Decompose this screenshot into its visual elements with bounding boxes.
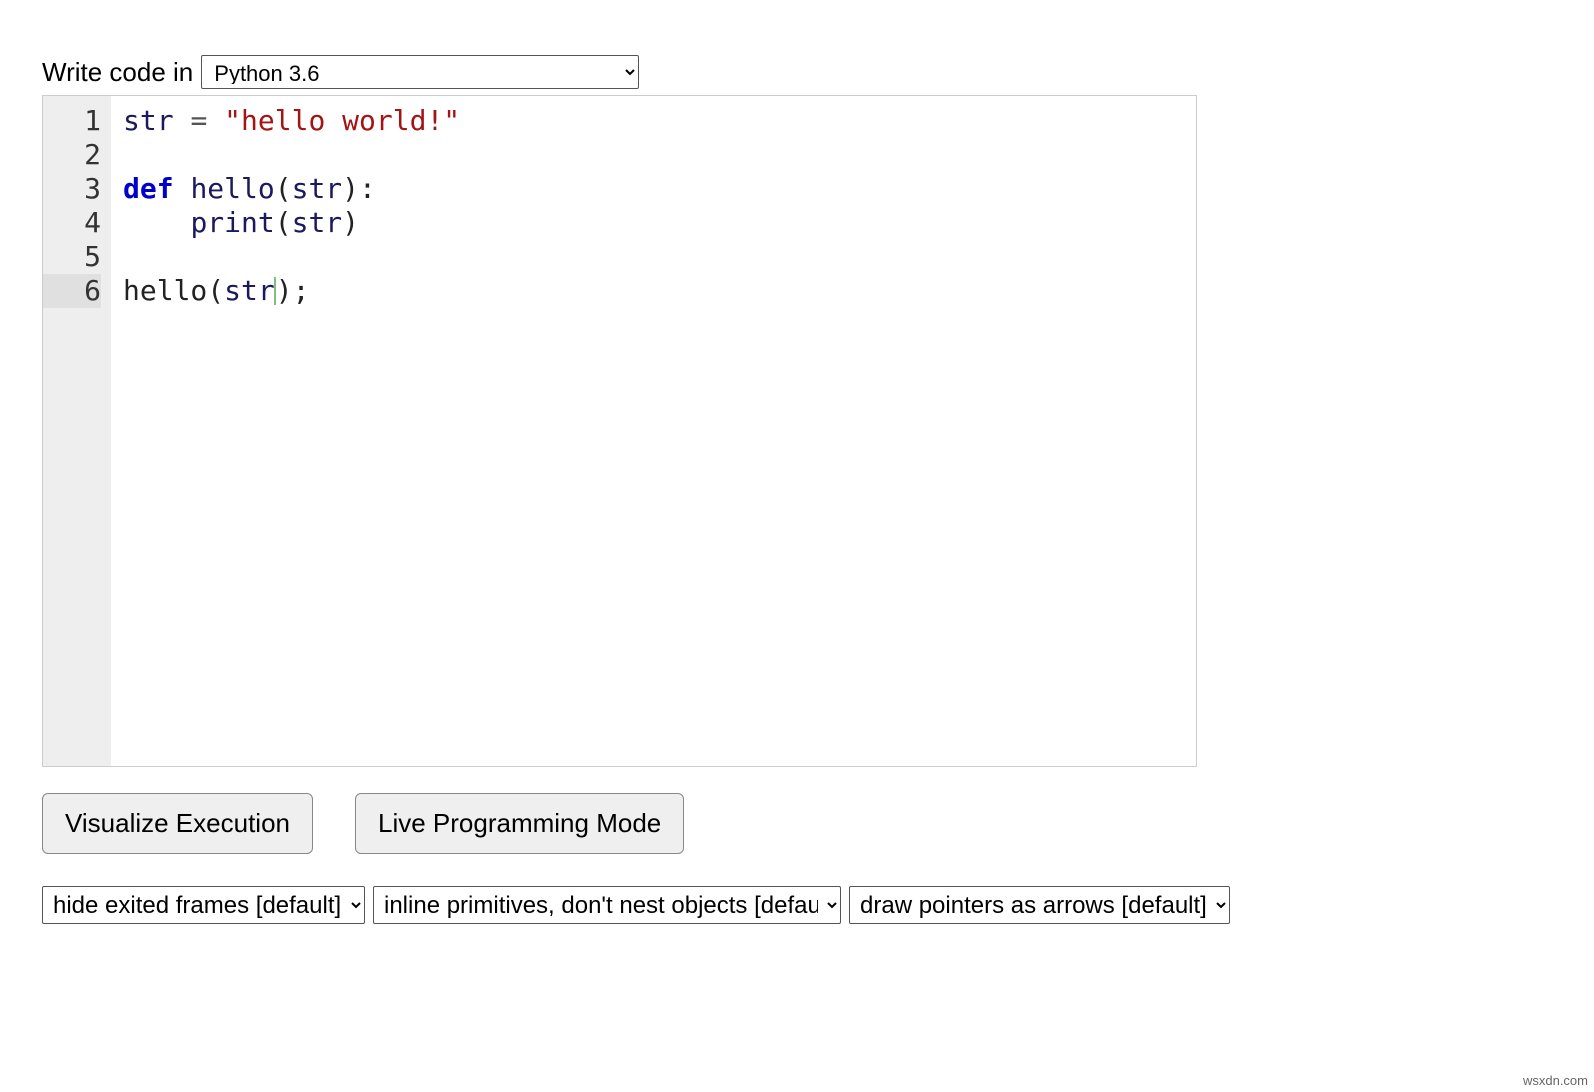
code-token: str	[123, 104, 174, 137]
code-token: (	[275, 172, 292, 205]
live-programming-button[interactable]: Live Programming Mode	[355, 793, 684, 854]
code-token: (	[275, 206, 292, 239]
code-token: str	[292, 172, 343, 205]
code-token	[207, 104, 224, 137]
line-number: 6	[43, 274, 101, 308]
code-token: def	[123, 172, 174, 205]
header-row: Write code in Python 3.6	[42, 55, 1552, 89]
code-token: hello	[190, 172, 274, 205]
code-token: print	[190, 206, 274, 239]
code-editor[interactable]: 123456 str = "hello world!"def hello(str…	[42, 95, 1197, 767]
write-code-label: Write code in	[42, 57, 193, 88]
button-row: Visualize Execution Live Programming Mod…	[42, 793, 1552, 854]
line-number: 1	[43, 104, 101, 138]
line-number-gutter: 123456	[43, 96, 111, 766]
options-row: hide exited frames [default] inline prim…	[42, 886, 1552, 924]
frames-option-select[interactable]: hide exited frames [default]	[42, 886, 365, 924]
code-token: =	[190, 104, 207, 137]
code-line	[123, 138, 1188, 172]
code-token: );	[276, 274, 310, 307]
pointers-option-select[interactable]: draw pointers as arrows [default]	[849, 886, 1230, 924]
code-line: def hello(str):	[123, 172, 1188, 206]
line-number: 5	[43, 240, 101, 274]
text-cursor	[274, 277, 276, 305]
code-token	[174, 172, 191, 205]
code-token: str	[224, 274, 275, 307]
line-number: 4	[43, 206, 101, 240]
code-token: )	[342, 206, 359, 239]
code-token: "hello world!"	[224, 104, 460, 137]
code-token: (	[207, 274, 224, 307]
code-token: ):	[342, 172, 376, 205]
primitives-option-select[interactable]: inline primitives, don't nest objects [d…	[373, 886, 841, 924]
code-line: hello(str);	[123, 274, 1188, 308]
code-token: hello	[123, 274, 207, 307]
code-token: str	[292, 206, 343, 239]
line-number: 3	[43, 172, 101, 206]
language-select[interactable]: Python 3.6	[201, 55, 639, 89]
code-area[interactable]: str = "hello world!"def hello(str): prin…	[111, 96, 1196, 766]
code-line: str = "hello world!"	[123, 104, 1188, 138]
visualize-execution-button[interactable]: Visualize Execution	[42, 793, 313, 854]
attribution-text: wsxdn.com	[1523, 1073, 1588, 1088]
code-line	[123, 240, 1188, 274]
code-token	[174, 104, 191, 137]
line-number: 2	[43, 138, 101, 172]
code-token	[123, 206, 190, 239]
code-line: print(str)	[123, 206, 1188, 240]
